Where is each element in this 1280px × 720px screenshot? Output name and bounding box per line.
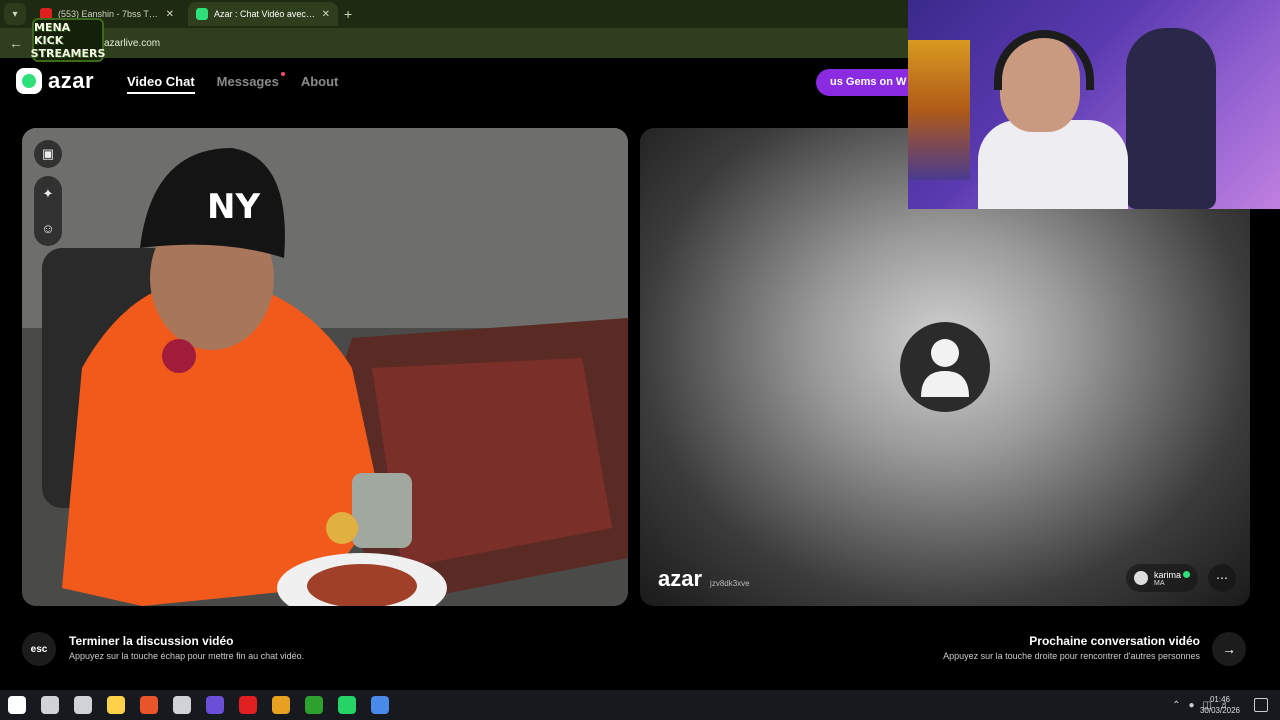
new-tab-button[interactable]: + bbox=[344, 6, 352, 22]
taskbar-chrome[interactable] bbox=[264, 690, 297, 720]
streamer-webcam bbox=[908, 0, 1280, 209]
taskbar-brave[interactable] bbox=[132, 690, 165, 720]
magic-wand-icon[interactable]: ✦ bbox=[34, 180, 62, 208]
tab-title: Azar : Chat Vidéo avec de n bbox=[214, 9, 316, 19]
taskbar-whatsapp[interactable] bbox=[330, 690, 363, 720]
peer-country: MA bbox=[1153, 579, 1165, 587]
chrome-icon bbox=[271, 696, 290, 714]
esc-key-button[interactable]: esc bbox=[22, 632, 56, 666]
taskbar-explorer[interactable] bbox=[99, 690, 132, 720]
browser-tab-azar[interactable]: Azar : Chat Vidéo avec de n ✕ bbox=[188, 2, 338, 26]
streamer-body bbox=[978, 120, 1128, 209]
chat-bubble-icon[interactable]: ⋯ bbox=[1208, 564, 1236, 592]
stream-overlay-logo: MENA KICK STREAMERS bbox=[30, 18, 106, 62]
screen-toggle-icon[interactable]: ▣ bbox=[34, 140, 62, 168]
notification-icon[interactable] bbox=[1254, 698, 1268, 712]
start-button[interactable] bbox=[0, 690, 33, 720]
verified-badge-icon bbox=[1183, 570, 1190, 578]
close-icon[interactable]: ✕ bbox=[322, 9, 330, 20]
close-icon[interactable]: ✕ bbox=[166, 9, 174, 20]
record-icon bbox=[238, 696, 257, 714]
arrow-right-icon: → bbox=[1222, 641, 1236, 657]
taskbar-app-2[interactable] bbox=[231, 690, 264, 720]
azar-watermark: azar jzv8dk3xve bbox=[658, 566, 750, 592]
azar-logo-icon bbox=[16, 68, 42, 94]
wall-poster bbox=[908, 40, 970, 180]
taskbar-store[interactable] bbox=[165, 690, 198, 720]
taskbar-app-1[interactable] bbox=[198, 690, 231, 720]
next-arrow-button[interactable]: → bbox=[1212, 632, 1246, 666]
next-chat-title: Prochaine conversation vidéo bbox=[1029, 634, 1200, 648]
face-filter-icon[interactable]: ☺ bbox=[34, 214, 62, 242]
nav-video-chat[interactable]: Video Chat bbox=[127, 74, 195, 94]
search-icon bbox=[40, 696, 59, 714]
screen: ▾ (553) Eanshin - 7bss Tmout - Y ✕ Azar … bbox=[0, 0, 1280, 720]
microphone-icon[interactable]: ● bbox=[1189, 700, 1195, 711]
overlay-line-1: MENA KICK bbox=[34, 20, 71, 47]
tab-search-button[interactable]: ▾ bbox=[4, 3, 26, 25]
peer-avatar bbox=[1133, 571, 1148, 585]
folder-icon bbox=[106, 696, 125, 714]
xbox-icon bbox=[304, 696, 323, 714]
task-view-button[interactable] bbox=[66, 690, 99, 720]
url-field[interactable]: azarlive.com bbox=[104, 38, 160, 49]
chevron-up-icon[interactable]: ⌃ bbox=[1172, 700, 1180, 711]
windows-icon bbox=[7, 696, 26, 714]
clock-date: 30/03/2026 bbox=[1199, 706, 1240, 715]
next-chat-hint: Appuyez sur la touche droite pour rencon… bbox=[943, 651, 1200, 661]
store-icon bbox=[172, 696, 191, 714]
taskbar-chrome-2[interactable] bbox=[363, 690, 396, 720]
svg-text:NY: NY bbox=[207, 187, 260, 227]
task-view-icon bbox=[73, 696, 92, 714]
whatsapp-icon bbox=[337, 696, 356, 714]
nav-about[interactable]: About bbox=[301, 74, 339, 94]
search-button[interactable] bbox=[33, 690, 66, 720]
chrome-icon bbox=[370, 696, 389, 714]
taskbar-xbox[interactable] bbox=[297, 690, 330, 720]
clock[interactable]: 01:46 30/03/2026 bbox=[1200, 694, 1240, 716]
overlay-line-2: STREAMERS bbox=[30, 46, 106, 60]
gaming-chair bbox=[1126, 28, 1216, 209]
windows-taskbar: ⌃ ● ◫ ♬ 01:46 30/03/2026 bbox=[0, 690, 1280, 720]
video-tools: ▣ ✦ ☺ bbox=[34, 140, 62, 246]
local-video-frame: NY bbox=[22, 128, 628, 606]
effects-group: ✦ ☺ bbox=[34, 176, 62, 246]
peer-name: karima bbox=[1153, 569, 1181, 580]
brave-icon bbox=[139, 696, 158, 714]
azar-logo[interactable]: azar bbox=[16, 68, 94, 94]
clock-time: 01:46 bbox=[1209, 695, 1230, 704]
user-silhouette-icon bbox=[921, 339, 969, 397]
end-chat-hint: Appuyez sur la touche échap pour mettre … bbox=[69, 651, 305, 661]
end-chat-title: Terminer la discussion vidéo bbox=[69, 634, 234, 648]
logo-text: azar bbox=[48, 68, 95, 93]
back-arrow-icon[interactable]: ← bbox=[4, 35, 28, 51]
app-icon bbox=[205, 696, 224, 714]
default-avatar-icon bbox=[900, 322, 990, 412]
azar-favicon-icon bbox=[196, 8, 208, 20]
peer-info[interactable]: karima MA bbox=[1125, 564, 1198, 592]
watermark-id: jzv8dk3xve bbox=[710, 579, 750, 588]
local-video: NY ▣ ✦ ☺ bbox=[22, 128, 628, 606]
main-nav: Video Chat Messages About bbox=[127, 72, 339, 94]
nav-messages-label: Messages bbox=[216, 74, 279, 89]
headphones-icon bbox=[994, 30, 1094, 90]
nav-messages[interactable]: Messages bbox=[216, 72, 285, 94]
unread-dot-icon bbox=[280, 72, 285, 76]
watermark-logo: azar bbox=[658, 566, 703, 591]
